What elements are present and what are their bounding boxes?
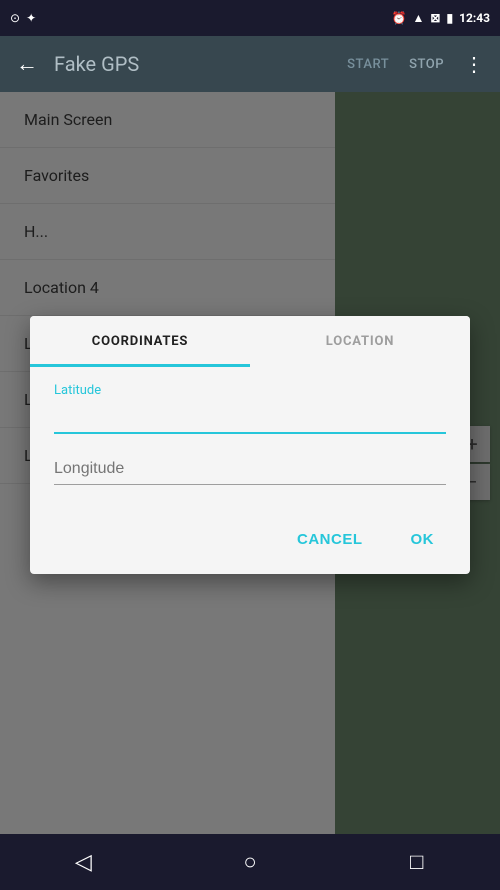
latitude-input-group: Latitude: [54, 383, 446, 434]
status-icons-left: ⊙ ✦: [10, 11, 36, 25]
home-nav-button[interactable]: ○: [230, 842, 270, 882]
tab-coordinates[interactable]: COORDINATES: [30, 316, 250, 367]
coordinates-dialog: COORDINATES LOCATION Latitude CANCEL OK: [30, 316, 470, 574]
latitude-label: Latitude: [54, 383, 446, 398]
dialog-tabs: COORDINATES LOCATION: [30, 316, 470, 367]
recent-nav-button[interactable]: □: [397, 842, 437, 882]
status-icons-right: ⏰ ▲ ⊠ ▮ 12:43: [392, 11, 490, 25]
network-icon: ⊠: [430, 11, 440, 25]
cancel-button[interactable]: CANCEL: [277, 521, 383, 558]
longitude-input-group: [54, 454, 446, 485]
more-options-button[interactable]: ⋮: [464, 52, 484, 76]
back-button[interactable]: ←: [16, 51, 38, 77]
battery-icon: ▮: [446, 11, 453, 25]
signal-icon: ▲: [413, 11, 425, 25]
alarm-icon: ⏰: [392, 11, 407, 25]
app-title: Fake GPS: [54, 52, 331, 76]
wifi-icon: ⊙: [10, 11, 20, 25]
longitude-input[interactable]: [54, 454, 446, 485]
app-bar: ← Fake GPS START STOP ⋮: [0, 36, 500, 92]
dialog-body: Latitude: [30, 367, 470, 513]
stop-button[interactable]: STOP: [409, 57, 444, 72]
ok-button[interactable]: OK: [391, 521, 455, 558]
status-bar: ⊙ ✦ ⏰ ▲ ⊠ ▮ 12:43: [0, 0, 500, 36]
bluetooth-icon: ✦: [26, 11, 36, 25]
dialog-actions: CANCEL OK: [30, 513, 470, 574]
tab-location[interactable]: LOCATION: [250, 316, 470, 367]
back-nav-button[interactable]: ◁: [63, 842, 103, 882]
app-bar-actions: START STOP ⋮: [347, 52, 484, 76]
latitude-input[interactable]: [54, 402, 446, 434]
start-button[interactable]: START: [347, 57, 389, 72]
time-display: 12:43: [459, 11, 490, 25]
bottom-nav: ◁ ○ □: [0, 834, 500, 890]
